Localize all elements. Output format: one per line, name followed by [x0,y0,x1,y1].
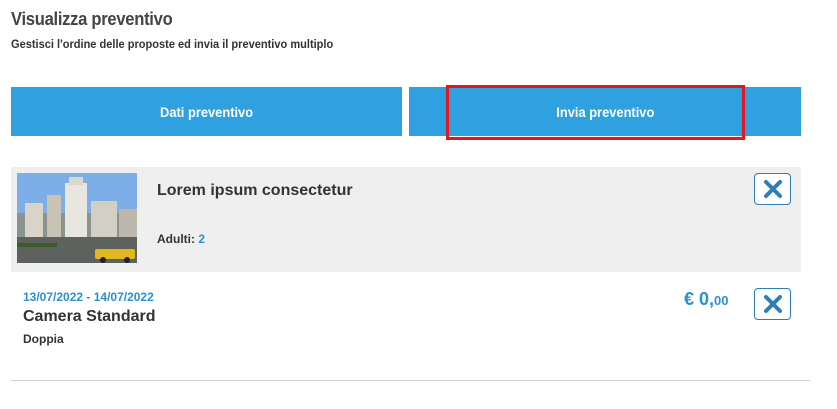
remove-hotel-button[interactable] [754,173,791,205]
adults-count: 2 [198,232,206,246]
dati-preventivo-button[interactable]: Dati preventivo [11,87,402,136]
remove-room-button[interactable] [754,288,791,320]
room-price: € 0,00 [684,289,729,310]
page-title: Visualizza preventivo [11,9,173,29]
close-icon [763,180,782,198]
invia-preventivo-label: Invia preventivo [555,103,655,120]
dati-preventivo-label: Dati preventivo [159,103,254,120]
hotel-name: Lorem ipsum consectetur [157,182,353,199]
room-type: Doppia [23,332,64,346]
room-name: Camera Standard [23,308,156,325]
invia-preventivo-button[interactable]: Invia preventivo [409,87,801,136]
divider [11,380,810,381]
stay-dates: 13/07/2022 - 14/07/2022 [23,290,154,304]
price-main: € 0, [684,289,715,309]
proposal-card: Lorem ipsum consectetur Adulti: 2 [11,167,801,272]
page-subtitle: Gestisci l'ordine delle proposte ed invi… [11,37,334,51]
hotel-photo [17,173,137,263]
adults-label: Adulti: [157,232,195,246]
close-icon [763,295,782,313]
adults-info: Adulti: 2 [157,232,205,246]
price-cents: 00 [714,293,729,308]
